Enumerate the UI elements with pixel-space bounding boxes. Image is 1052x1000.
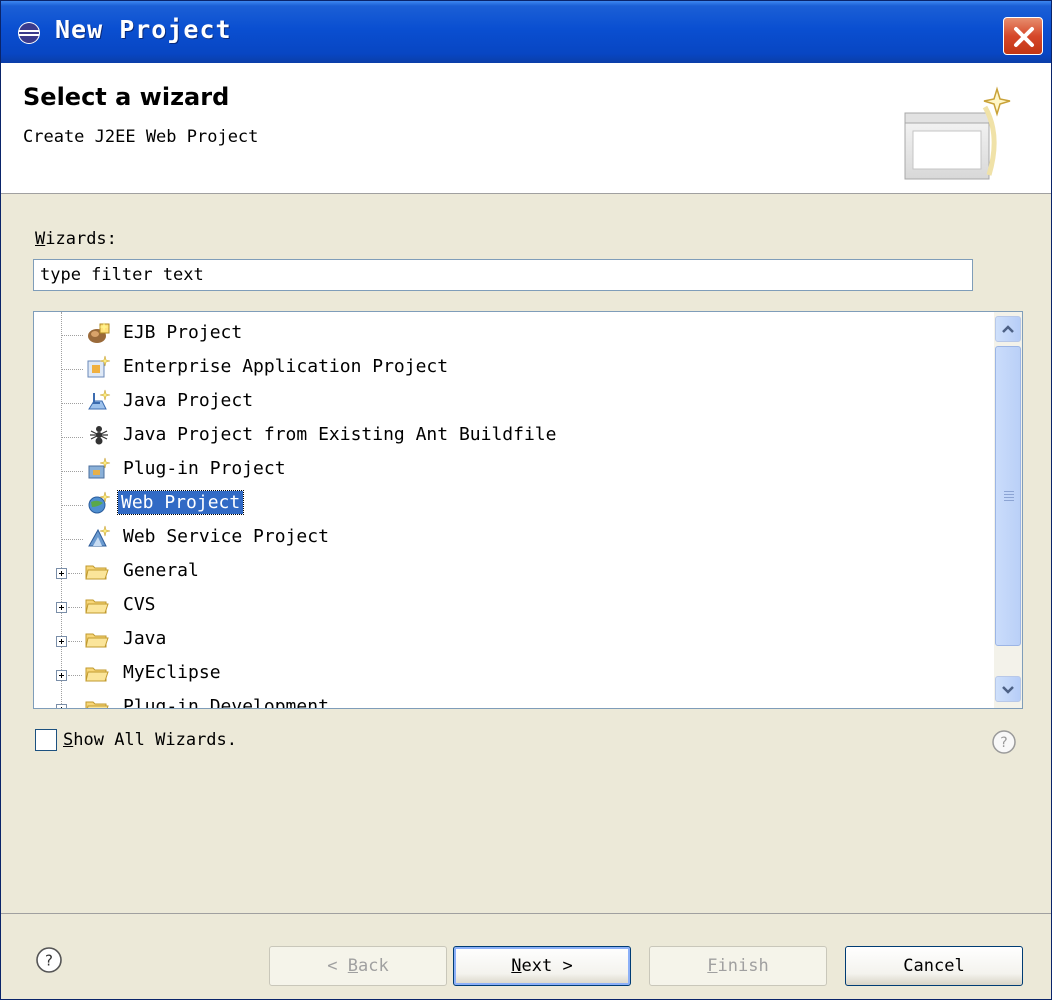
header-subtitle: Create J2EE Web Project bbox=[23, 127, 259, 147]
help-icon[interactable]: ? bbox=[991, 729, 1017, 755]
header-title: Select a wizard bbox=[23, 83, 230, 111]
wizard-tree[interactable]: EJB Project Enterprise Application Proje… bbox=[33, 311, 1023, 709]
tree-item-label: Enterprise Application Project bbox=[123, 356, 449, 377]
tree-item-ejb-project[interactable]: EJB Project bbox=[34, 316, 994, 350]
folder-icon bbox=[85, 565, 109, 580]
expand-icon[interactable] bbox=[56, 704, 67, 708]
show-all-wizards-checkbox[interactable] bbox=[35, 729, 57, 751]
expand-icon[interactable] bbox=[56, 568, 67, 579]
tree-item-web-project[interactable]: Web Project bbox=[34, 486, 994, 520]
tree-connector bbox=[68, 607, 82, 608]
wizards-label: Wizards: bbox=[35, 229, 117, 249]
expand-icon[interactable] bbox=[56, 670, 67, 681]
tree-item-label: Web Service Project bbox=[123, 526, 329, 547]
expand-icon[interactable] bbox=[56, 636, 67, 647]
scroll-down-button[interactable] bbox=[995, 676, 1021, 702]
tree-folder-general[interactable]: General bbox=[34, 554, 994, 588]
tree-item-label: Plug-in Development bbox=[123, 696, 329, 709]
folder-icon bbox=[85, 633, 109, 648]
ejb-project-icon bbox=[88, 322, 110, 343]
tree-connector bbox=[68, 675, 82, 676]
tree-item-label: Web Project bbox=[116, 490, 245, 515]
tree-folder-cvs[interactable]: CVS bbox=[34, 588, 994, 622]
chevron-down-icon bbox=[1002, 686, 1014, 694]
eclipse-icon bbox=[18, 22, 40, 44]
tree-item-web-service-project[interactable]: Web Service Project bbox=[34, 520, 994, 554]
close-button[interactable] bbox=[1003, 17, 1043, 55]
tree-folder-plug-in-development[interactable]: Plug-in Development bbox=[34, 690, 994, 709]
new-project-dialog: New Project Select a wizard Create J2EE … bbox=[0, 0, 1052, 1000]
scroll-grip bbox=[1004, 497, 1014, 498]
show-all-wizards-label[interactable]: Show All Wizards. bbox=[63, 730, 237, 750]
tree-folder-java[interactable]: Java bbox=[34, 622, 994, 656]
tree-connector bbox=[61, 403, 83, 404]
tree-connector bbox=[61, 369, 83, 370]
help-icon[interactable]: ? bbox=[35, 946, 63, 974]
svg-text:?: ? bbox=[1000, 735, 1007, 751]
expand-icon[interactable] bbox=[56, 602, 67, 613]
tree-connector bbox=[61, 505, 83, 506]
web-project-icon bbox=[88, 491, 111, 514]
tree-item-label: Java Project from Existing Ant Buildfile bbox=[123, 424, 557, 445]
tree-connector bbox=[61, 471, 83, 472]
chevron-up-icon bbox=[1002, 325, 1014, 333]
tree-item-java-project-from-ant[interactable]: Java Project from Existing Ant Buildfile bbox=[34, 418, 994, 452]
ear-project-icon bbox=[87, 355, 111, 378]
tree-connector bbox=[61, 539, 83, 540]
wizard-filter-input[interactable] bbox=[33, 259, 973, 291]
tree-folder-myeclipse[interactable]: MyEclipse bbox=[34, 656, 994, 690]
tree-connector bbox=[68, 573, 82, 574]
wizard-header: Select a wizard Create J2EE Web Project bbox=[1, 63, 1051, 194]
tree-item-java-project[interactable]: Java Project bbox=[34, 384, 994, 418]
tree-item-label: EJB Project bbox=[123, 322, 243, 343]
tree-item-label: Java bbox=[123, 628, 167, 649]
svg-text:?: ? bbox=[45, 952, 53, 970]
close-icon bbox=[1014, 27, 1034, 47]
plugin-project-icon bbox=[88, 457, 111, 479]
new-wizard-banner-icon bbox=[904, 86, 1011, 180]
tree-connector bbox=[68, 641, 82, 642]
finish-button[interactable]: Finish bbox=[649, 946, 827, 986]
scroll-grip bbox=[1004, 494, 1014, 495]
tree-item-label: Java Project bbox=[123, 390, 254, 411]
web-service-project-icon bbox=[88, 525, 111, 547]
java-project-icon bbox=[88, 389, 111, 410]
back-button[interactable]: < Back bbox=[269, 946, 447, 986]
tree-connector bbox=[61, 437, 83, 438]
scroll-grip bbox=[1004, 500, 1014, 501]
scroll-thumb[interactable] bbox=[995, 346, 1021, 646]
ant-icon bbox=[90, 426, 108, 445]
tree-vertical-scrollbar[interactable] bbox=[994, 312, 1022, 708]
scroll-up-button[interactable] bbox=[995, 316, 1021, 342]
folder-icon bbox=[85, 599, 109, 614]
wizard-footer: ? < Back Next > Finish Cancel bbox=[1, 913, 1051, 999]
tree-item-label: MyEclipse bbox=[123, 662, 221, 683]
scroll-grip bbox=[1004, 491, 1014, 492]
cancel-button[interactable]: Cancel bbox=[845, 946, 1023, 986]
tree-item-label: Plug-in Project bbox=[123, 458, 286, 479]
tree-item-plug-in-project[interactable]: Plug-in Project bbox=[34, 452, 994, 486]
folder-icon bbox=[85, 667, 109, 682]
folder-icon bbox=[85, 701, 109, 708]
next-button[interactable]: Next > bbox=[453, 946, 631, 986]
window-title: New Project bbox=[55, 15, 232, 44]
tree-item-enterprise-application-project[interactable]: Enterprise Application Project bbox=[34, 350, 994, 384]
tree-viewport: EJB Project Enterprise Application Proje… bbox=[34, 312, 994, 708]
tree-item-label: General bbox=[123, 560, 199, 581]
tree-item-label: CVS bbox=[123, 594, 156, 615]
tree-connector bbox=[61, 335, 83, 336]
title-bar[interactable]: New Project bbox=[1, 1, 1051, 63]
